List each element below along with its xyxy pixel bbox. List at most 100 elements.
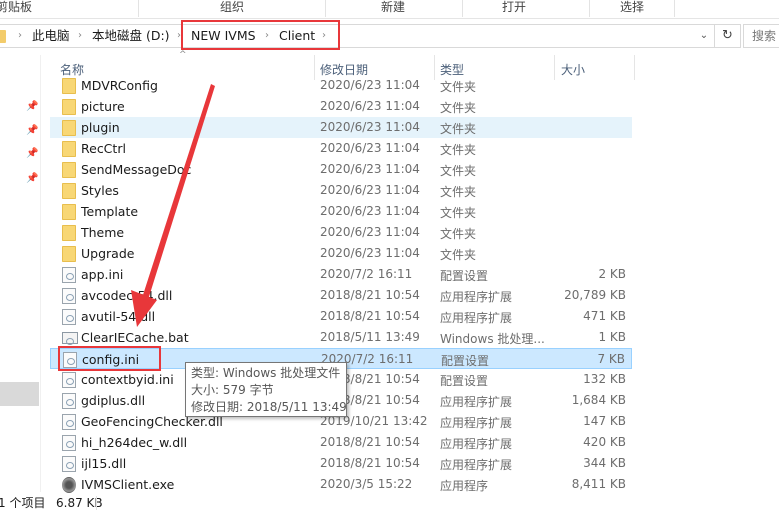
file-modified: 2018/8/21 10:54 bbox=[320, 309, 420, 323]
file-name: MDVRConfig bbox=[81, 78, 158, 93]
file-modified: 2020/7/2 16:11 bbox=[320, 267, 413, 281]
file-modified: 2020/6/23 11:04 bbox=[320, 78, 420, 92]
chevron-right-icon[interactable]: › bbox=[177, 28, 181, 44]
file-size: 471 KB bbox=[583, 309, 626, 323]
file-type: 文件夹 bbox=[440, 248, 477, 262]
file-size: 132 KB bbox=[583, 372, 626, 386]
chevron-down-icon[interactable]: ⌄ bbox=[694, 25, 714, 47]
nav-selected-item[interactable] bbox=[0, 382, 39, 406]
file-row[interactable]: Theme 2020/6/23 11:04 文件夹 bbox=[50, 222, 632, 243]
file-type: 文件夹 bbox=[440, 206, 477, 220]
file-row[interactable]: IVMSClient.exe 2020/3/5 15:22 应用程序 8,411 KB bbox=[50, 474, 632, 495]
file-name: config.ini bbox=[82, 352, 140, 367]
address-bar[interactable]: › 此电脑 › 本地磁盘 (D:) › NEW IVMS › Client › … bbox=[0, 24, 715, 48]
folder-icon bbox=[62, 204, 76, 220]
file-modified: 2018/8/21 10:54 bbox=[320, 456, 420, 470]
tooltip-size: 大小: 579 字节 bbox=[191, 383, 274, 397]
file-row[interactable]: SendMessageDoc 2020/6/23 11:04 文件夹 bbox=[50, 159, 632, 180]
file-type: 文件夹 bbox=[440, 122, 477, 136]
file-size: 7 KB bbox=[597, 352, 625, 366]
file-type: 文件夹 bbox=[440, 164, 477, 178]
file-type: 应用程序扩展 bbox=[440, 311, 513, 325]
file-row[interactable]: Upgrade 2020/6/23 11:04 文件夹 bbox=[50, 243, 632, 264]
file-row[interactable]: MDVRConfig 2020/6/23 11:04 文件夹 bbox=[50, 75, 632, 96]
pin-icon[interactable]: 📌 bbox=[26, 125, 38, 136]
ribbon-separator bbox=[462, 0, 463, 17]
ribbon-group-labels: 剪贴板 组织 新建 打开 选择 bbox=[0, 0, 779, 19]
ribbon-group-clipboard: 剪贴板 bbox=[0, 0, 32, 14]
file-type: 文件夹 bbox=[440, 185, 477, 199]
file-name: picture bbox=[81, 99, 125, 114]
file-row[interactable]: picture 2020/6/23 11:04 文件夹 bbox=[50, 96, 632, 117]
file-name: SendMessageDoc bbox=[81, 162, 192, 177]
exe-file-icon bbox=[62, 477, 76, 493]
tooltip-type: 类型: Windows 批处理文件 bbox=[191, 366, 341, 380]
dll-file-icon bbox=[62, 309, 76, 325]
chevron-right-icon[interactable]: › bbox=[78, 28, 82, 44]
folder-icon bbox=[62, 78, 76, 94]
pin-icon[interactable]: 📌 bbox=[26, 148, 38, 159]
ribbon-separator bbox=[325, 0, 326, 17]
column-separator[interactable] bbox=[634, 55, 635, 80]
chevron-right-icon: › bbox=[18, 30, 22, 41]
folder-icon bbox=[62, 225, 76, 241]
file-modified: 2020/3/5 15:22 bbox=[320, 477, 413, 491]
file-modified: 2020/6/23 11:04 bbox=[320, 99, 420, 113]
file-modified: 2018/8/21 10:54 bbox=[320, 288, 420, 302]
ribbon-separator bbox=[589, 0, 590, 17]
file-modified: 2018/5/11 13:49 bbox=[320, 330, 420, 344]
dll-file-icon bbox=[62, 288, 76, 304]
file-name: Upgrade bbox=[81, 246, 135, 261]
dll-file-icon bbox=[62, 393, 76, 409]
file-row[interactable]: ClearIECache.bat 2018/5/11 13:49 Windows 批… bbox=[50, 327, 632, 348]
folder-icon bbox=[62, 246, 76, 262]
file-row[interactable]: RecCtrl 2020/6/23 11:04 文件夹 bbox=[50, 138, 632, 159]
dll-file-icon bbox=[62, 414, 76, 430]
pin-icon[interactable]: 📌 bbox=[26, 101, 38, 112]
file-row[interactable]: Template 2020/6/23 11:04 文件夹 bbox=[50, 201, 632, 222]
file-row[interactable]: app.ini 2020/7/2 16:11 配置设置 2 KB bbox=[50, 264, 632, 285]
search-input[interactable]: 搜索 bbox=[743, 24, 779, 48]
file-row[interactable]: Styles 2020/6/23 11:04 文件夹 bbox=[50, 180, 632, 201]
breadcrumb-new-ivms[interactable]: NEW IVMS bbox=[191, 28, 256, 44]
chevron-right-icon[interactable]: › bbox=[265, 28, 269, 44]
refresh-icon: ↻ bbox=[722, 28, 733, 43]
ini-file-icon bbox=[63, 352, 77, 368]
file-row[interactable]: ijl15.dll 2018/8/21 10:54 应用程序扩展 344 KB bbox=[50, 453, 632, 474]
file-size: 8,411 KB bbox=[571, 477, 626, 491]
dll-file-icon bbox=[62, 456, 76, 472]
folder-icon bbox=[62, 162, 76, 178]
file-modified: 2018/8/21 10:54 bbox=[320, 435, 420, 449]
file-name: avutil-54.dll bbox=[81, 309, 156, 324]
breadcrumb-local-disk[interactable]: 本地磁盘 (D:) bbox=[92, 28, 170, 44]
file-name: hi_h264dec_w.dll bbox=[81, 435, 188, 450]
file-row[interactable]: avcodec-54.dll 2018/8/21 10:54 应用程序扩展 20,78… bbox=[50, 285, 632, 306]
folder-icon bbox=[62, 99, 76, 115]
ribbon-separator bbox=[138, 0, 139, 17]
refresh-button[interactable]: ↻ bbox=[715, 24, 741, 48]
file-modified: 2020/6/23 11:04 bbox=[320, 162, 420, 176]
ribbon-group-select: 选择 bbox=[619, 0, 644, 14]
file-row[interactable]: avutil-54.dll 2018/8/21 10:54 应用程序扩展 471 KB bbox=[50, 306, 632, 327]
file-name: avcodec-54.dll bbox=[81, 288, 173, 303]
breadcrumb-client[interactable]: Client bbox=[279, 28, 315, 44]
ribbon-separator bbox=[674, 0, 675, 17]
file-name: ijl15.dll bbox=[81, 456, 127, 471]
file-name: gdiplus.dll bbox=[81, 393, 146, 408]
file-name: Theme bbox=[81, 225, 125, 240]
file-size: 344 KB bbox=[583, 456, 626, 470]
pin-icon[interactable]: 📌 bbox=[26, 173, 38, 184]
file-row[interactable]: plugin 2020/6/23 11:04 文件夹 bbox=[50, 117, 632, 138]
chevron-right-icon[interactable]: › bbox=[322, 28, 326, 44]
ribbon-group-new: 新建 bbox=[380, 0, 405, 14]
tooltip-modified: 修改日期: 2018/5/11 13:49 bbox=[191, 400, 347, 414]
file-row[interactable]: hi_h264dec_w.dll 2018/8/21 10:54 应用程序扩展 420… bbox=[50, 432, 632, 453]
file-type: 应用程序扩展 bbox=[440, 416, 513, 430]
breadcrumb-this-pc[interactable]: 此电脑 bbox=[32, 28, 70, 44]
ini-file-icon bbox=[62, 267, 76, 283]
status-separator bbox=[96, 496, 97, 510]
ini-file-icon bbox=[62, 372, 76, 388]
file-type: Windows 批处理... bbox=[440, 332, 545, 346]
dll-file-icon bbox=[62, 435, 76, 451]
file-type: 配置设置 bbox=[440, 374, 489, 388]
